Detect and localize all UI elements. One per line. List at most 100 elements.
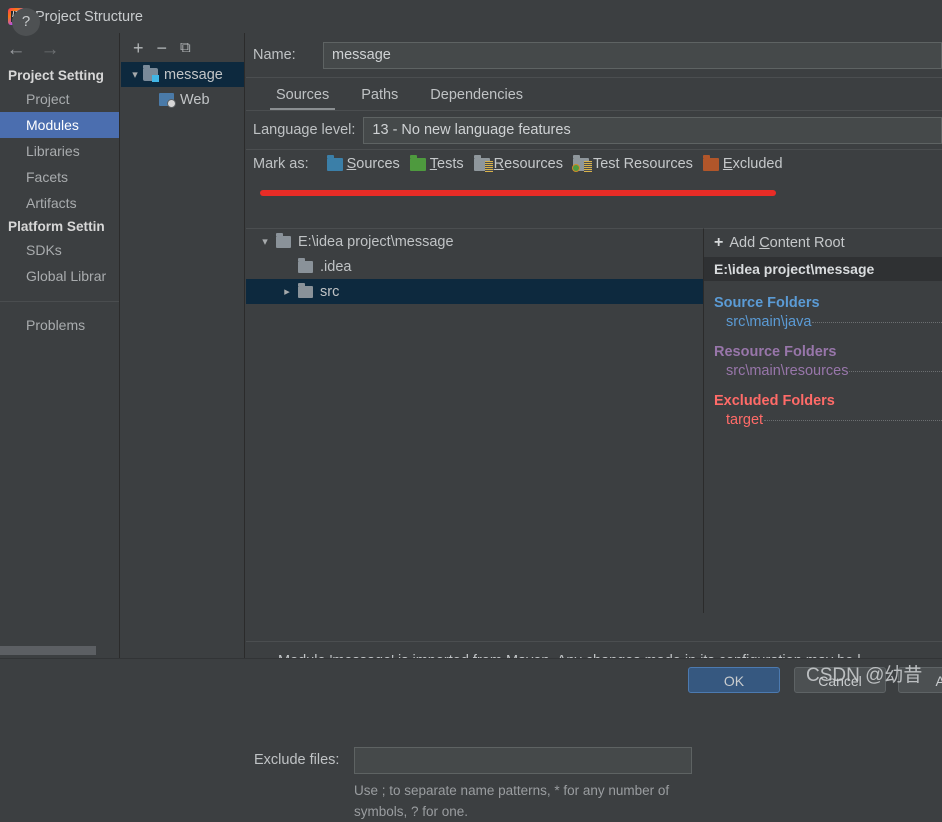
language-level-row: Language level: 13 - No new language fea… bbox=[246, 111, 942, 149]
facet-label: Web bbox=[180, 92, 210, 108]
mark-resources-mnemonic: R bbox=[494, 156, 504, 172]
mark-as-resources-button[interactable]: Resources bbox=[474, 156, 563, 172]
tree-row-content-root[interactable]: ▾ E:\idea project\message bbox=[246, 229, 703, 254]
sources-folder-icon bbox=[327, 158, 343, 171]
resources-folder-icon bbox=[474, 158, 490, 171]
sidebar-item-modules[interactable]: Modules bbox=[0, 112, 119, 138]
sidebar-item-global-libraries[interactable]: Global Librar bbox=[0, 263, 119, 289]
copy-icon[interactable]: ⧉ bbox=[180, 40, 191, 55]
folder-icon bbox=[298, 286, 313, 298]
sidebar-group-platform-settings: Platform Settin bbox=[0, 216, 119, 237]
add-content-root-mnemonic: C bbox=[759, 235, 769, 251]
add-content-root-suffix: ontent Root bbox=[770, 235, 845, 251]
excluded-folders-group: Excluded Folders target bbox=[704, 393, 942, 428]
mark-test-resources-label: Test Resources bbox=[593, 156, 693, 172]
modules-list-panel: + − ⧉ ▾ message Web bbox=[121, 33, 245, 658]
mark-as-tests-button[interactable]: Tests bbox=[410, 156, 464, 172]
language-level-select[interactable]: 13 - No new language features bbox=[363, 117, 942, 144]
arrow-right-icon[interactable]: → bbox=[40, 40, 60, 59]
content-root-details: + Add Content Root E:\idea project\messa… bbox=[704, 228, 942, 613]
tests-folder-icon bbox=[410, 158, 426, 171]
resource-folder-path[interactable]: src\main\resources bbox=[726, 363, 848, 379]
source-folders-title: Source Folders bbox=[714, 295, 942, 311]
sidebar-item-problems[interactable]: Problems bbox=[0, 312, 119, 338]
content-root-tree: ▾ E:\idea project\message .idea ▸ src Ex… bbox=[246, 228, 704, 613]
tree-row-label: E:\idea project\message bbox=[298, 234, 454, 250]
arrow-left-icon[interactable]: ← bbox=[6, 40, 26, 59]
add-content-root-prefix: Add bbox=[729, 235, 759, 251]
editor-tabs: Sources Paths Dependencies bbox=[246, 78, 942, 110]
dotted-leader bbox=[849, 371, 942, 372]
sidebar-item-project[interactable]: Project bbox=[0, 86, 119, 112]
plus-icon: + bbox=[714, 234, 723, 252]
csdn-watermark: CSDN @幼昔 bbox=[806, 660, 922, 687]
plus-icon[interactable]: + bbox=[133, 39, 144, 57]
mark-excluded-label: xcluded bbox=[733, 156, 783, 172]
mark-excluded-mnemonic: E bbox=[723, 156, 733, 172]
modules-toolbar: + − ⧉ bbox=[121, 33, 244, 62]
title-bar: Project Structure bbox=[0, 0, 942, 33]
sidebar-divider bbox=[0, 301, 119, 302]
window-title: Project Structure bbox=[35, 9, 143, 25]
folder-icon bbox=[298, 261, 313, 273]
resource-folders-group: Resource Folders src\main\resources bbox=[704, 344, 942, 379]
mark-as-excluded-button[interactable]: Excluded bbox=[703, 156, 783, 172]
exclude-files-label: Exclude files: bbox=[254, 747, 354, 774]
exclude-files-hint: Use ; to separate name patterns, * for a… bbox=[354, 780, 694, 822]
tab-dependencies[interactable]: Dependencies bbox=[414, 87, 539, 110]
minus-icon[interactable]: − bbox=[157, 39, 168, 57]
dotted-leader bbox=[812, 322, 942, 323]
module-folder-icon bbox=[143, 68, 158, 81]
mark-resources-label: esources bbox=[504, 156, 563, 172]
exclude-files-row: Exclude files: bbox=[246, 747, 704, 774]
tree-row-label: .idea bbox=[320, 259, 351, 275]
chevron-right-icon[interactable]: ▸ bbox=[276, 285, 298, 298]
name-label: Name: bbox=[253, 47, 323, 63]
red-annotation-underline bbox=[260, 190, 776, 196]
tree-row-idea[interactable]: .idea bbox=[246, 254, 703, 279]
mark-sources-label: ources bbox=[356, 156, 400, 172]
mark-as-label: Mark as: bbox=[253, 156, 309, 172]
folder-icon bbox=[276, 236, 291, 248]
resource-folders-title: Resource Folders bbox=[714, 344, 942, 360]
mark-tests-label: ests bbox=[437, 156, 464, 172]
tree-row-src[interactable]: ▸ src bbox=[246, 279, 703, 304]
dotted-leader bbox=[764, 420, 942, 421]
sidebar-group-project-settings: Project Setting bbox=[0, 65, 119, 86]
mark-sources-mnemonic: S bbox=[347, 156, 357, 172]
add-content-root-button[interactable]: + Add Content Root bbox=[704, 229, 942, 257]
source-folders-group: Source Folders src\main\java bbox=[704, 295, 942, 330]
module-name-input[interactable]: message bbox=[323, 42, 942, 69]
name-row: Name: message bbox=[246, 33, 942, 77]
test-resources-folder-icon bbox=[573, 158, 589, 171]
module-label: message bbox=[164, 67, 223, 83]
tab-sources[interactable]: Sources bbox=[260, 87, 345, 110]
web-facet-icon bbox=[159, 93, 174, 106]
mark-tests-mnemonic: T bbox=[430, 156, 437, 172]
help-button[interactable]: ? bbox=[12, 8, 40, 36]
content-panels: ▾ E:\idea project\message .idea ▸ src Ex… bbox=[246, 228, 942, 613]
sidebar-horizontal-scrollbar[interactable] bbox=[0, 646, 96, 655]
navigation-arrows: ← → bbox=[0, 33, 119, 65]
module-editor: Name: message Sources Paths Dependencies… bbox=[246, 33, 942, 658]
sidebar-item-sdks[interactable]: SDKs bbox=[0, 237, 119, 263]
ok-button[interactable]: OK bbox=[688, 667, 780, 693]
chevron-down-icon[interactable]: ▾ bbox=[127, 68, 143, 81]
mark-as-test-resources-button[interactable]: Test Resources bbox=[573, 156, 693, 172]
chevron-down-icon[interactable]: ▾ bbox=[254, 235, 276, 248]
mark-as-sources-button[interactable]: Sources bbox=[327, 156, 400, 172]
content-root-path: E:\idea project\message bbox=[704, 257, 942, 281]
exclude-files-input[interactable] bbox=[354, 747, 692, 774]
excluded-folder-path[interactable]: target bbox=[726, 412, 763, 428]
excluded-folder-icon bbox=[703, 158, 719, 171]
sidebar-item-facets[interactable]: Facets bbox=[0, 164, 119, 190]
tab-paths[interactable]: Paths bbox=[345, 87, 414, 110]
module-tree-item-web[interactable]: Web bbox=[121, 87, 244, 112]
module-tree-item-message[interactable]: ▾ message bbox=[121, 62, 244, 87]
project-structure-dialog: Project Structure ← → Project Setting Pr… bbox=[0, 0, 942, 691]
source-folder-path[interactable]: src\main\java bbox=[726, 314, 811, 330]
tree-row-label: src bbox=[320, 284, 339, 300]
sidebar-item-artifacts[interactable]: Artifacts bbox=[0, 190, 119, 216]
excluded-folders-title: Excluded Folders bbox=[714, 393, 942, 409]
sidebar-item-libraries[interactable]: Libraries bbox=[0, 138, 119, 164]
